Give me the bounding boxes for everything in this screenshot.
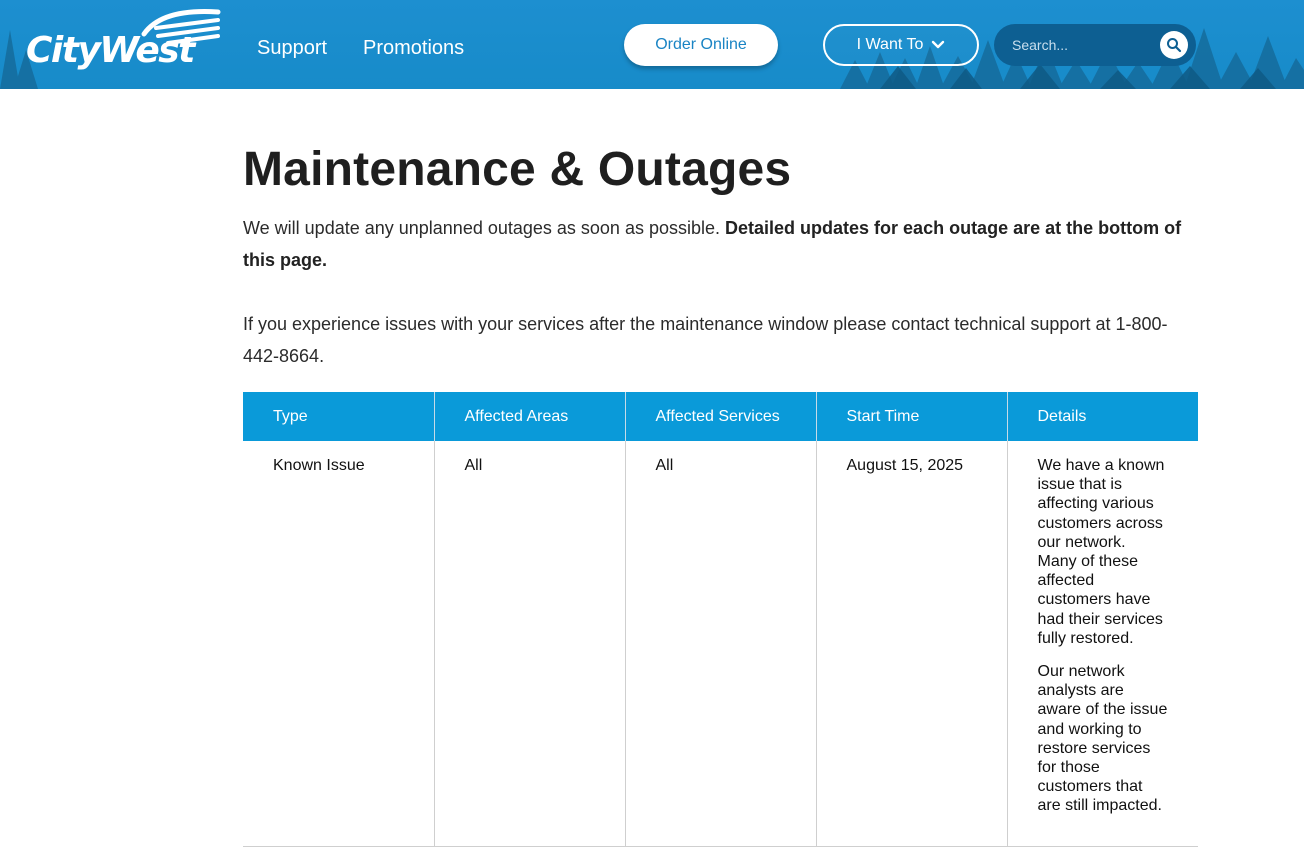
- outages-table: Type Affected Areas Affected Services St…: [243, 392, 1198, 847]
- citywest-logo[interactable]: CityWest: [26, 8, 222, 80]
- page-title: Maintenance & Outages: [243, 143, 792, 196]
- cell-start-time: August 15, 2025: [816, 441, 1008, 847]
- header-details: Details: [1007, 392, 1198, 441]
- order-online-label: Order Online: [655, 36, 747, 53]
- cell-details: We have a known issue that is affecting …: [1007, 441, 1198, 847]
- intro-paragraph: We will update any unplanned outages as …: [243, 212, 1203, 276]
- header-type: Type: [243, 392, 435, 441]
- i-want-to-dropdown[interactable]: I Want To: [823, 24, 979, 66]
- cell-type: Known Issue: [243, 441, 435, 847]
- search-button[interactable]: [1160, 31, 1188, 59]
- table-row: Known Issue All All August 15, 2025 We h…: [243, 441, 1198, 847]
- support-paragraph: If you experience issues with your servi…: [243, 314, 1168, 366]
- header-affected-areas: Affected Areas: [434, 392, 626, 441]
- nav-promotions-link[interactable]: Promotions: [363, 35, 464, 61]
- site-header: CityWest Support Promotions Order Online…: [0, 0, 1304, 89]
- table-header-row: Type Affected Areas Affected Services St…: [243, 392, 1198, 441]
- order-online-button[interactable]: Order Online: [624, 24, 778, 66]
- intro-text: We will update any unplanned outages as …: [243, 218, 720, 238]
- cell-affected-services: All: [625, 441, 817, 847]
- header-start-time: Start Time: [816, 392, 1008, 441]
- details-paragraph: Our network analysts are aware of the is…: [1037, 663, 1168, 815]
- i-want-to-label: I Want To: [856, 36, 924, 53]
- search-input[interactable]: [1012, 24, 1162, 66]
- nav-support-link[interactable]: Support: [257, 35, 327, 61]
- details-paragraph: We have a known issue that is affecting …: [1037, 457, 1165, 647]
- search-icon: [1167, 38, 1182, 53]
- header-affected-services: Affected Services: [625, 392, 817, 441]
- chevron-down-icon: [932, 40, 945, 49]
- logo-text: CityWest: [26, 30, 195, 71]
- cell-affected-areas: All: [434, 441, 626, 847]
